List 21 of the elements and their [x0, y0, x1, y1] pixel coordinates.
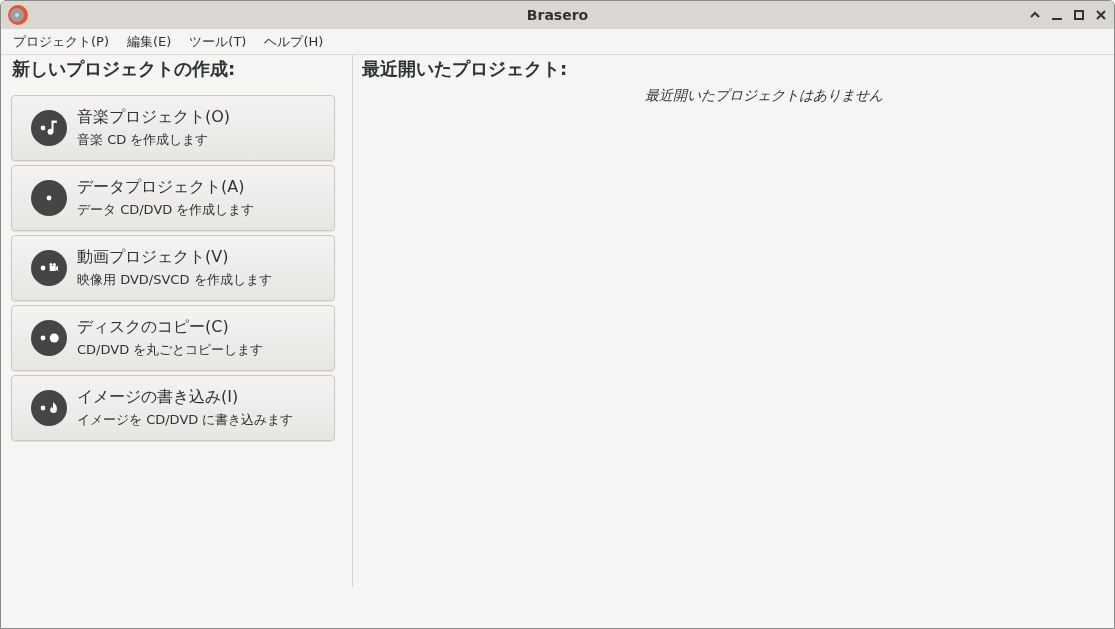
- project-button[interactable]: 動画プロジェクト(V) 映像用 DVD/SVCD を作成します: [11, 235, 335, 301]
- section-heading: 最近開いたプロジェクト:: [362, 57, 569, 81]
- disc-music-icon: [31, 110, 67, 146]
- menu-item[interactable]: ヘルプ(H): [262, 30, 326, 53]
- app-disc-icon: [7, 4, 29, 26]
- disc-copy-icon: [31, 320, 67, 356]
- empty-message: 最近開いたプロジェクトはありません: [643, 87, 884, 105]
- window-title: Brasero: [526, 7, 589, 23]
- disc-icon: [31, 180, 67, 216]
- menu-item[interactable]: ツール(T): [187, 30, 249, 53]
- disc-flame-icon: [31, 390, 67, 426]
- project-button[interactable]: データプロジェクト(A) データ CD/DVD を作成します: [11, 165, 335, 231]
- menu-item[interactable]: 編集(E): [125, 30, 174, 53]
- disc-camera-icon: [31, 250, 67, 286]
- menu-item[interactable]: プロジェクト(P): [11, 30, 111, 53]
- project-button[interactable]: ディスクのコピー(C) CD/DVD を丸ごとコピーします: [11, 305, 335, 371]
- maximize-icon[interactable]: [1072, 8, 1086, 22]
- project-button[interactable]: イメージの書き込み(I) イメージを CD/DVD に書き込みます: [11, 375, 335, 441]
- section-heading: 新しいプロジェクトの作成:: [12, 57, 237, 81]
- close-icon[interactable]: [1094, 8, 1108, 22]
- project-button[interactable]: 音楽プロジェクト(O) 音楽 CD を作成します: [11, 95, 335, 161]
